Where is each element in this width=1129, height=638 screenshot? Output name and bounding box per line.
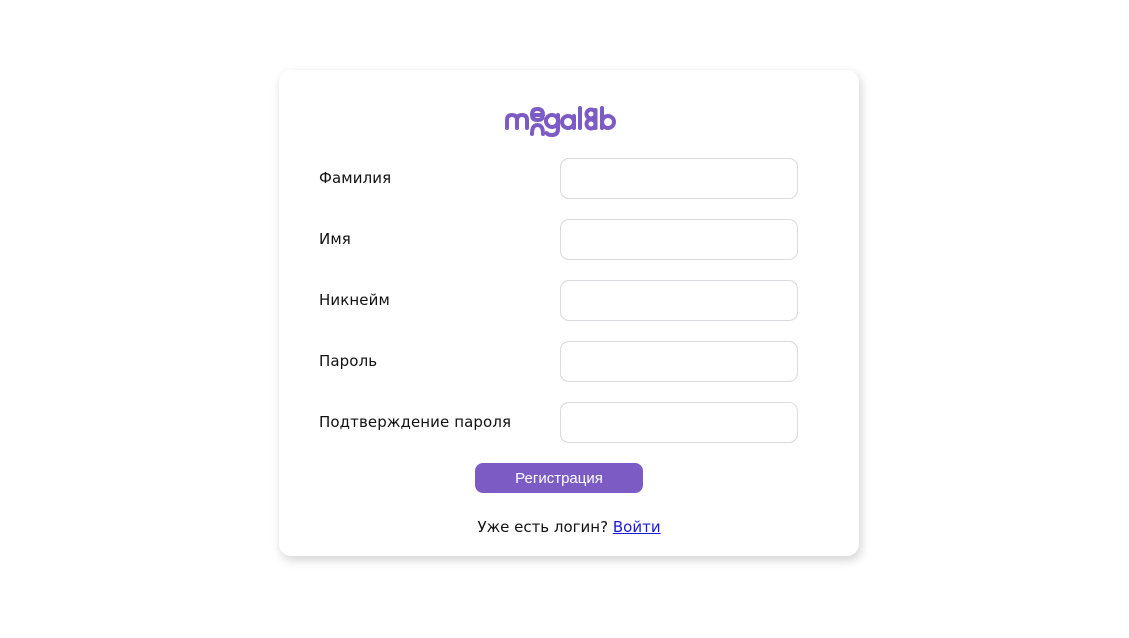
firstname-input[interactable] (560, 219, 798, 260)
firstname-label: Имя (319, 230, 351, 248)
firstname-row: Имя (319, 219, 799, 260)
login-link[interactable]: Войти (613, 518, 661, 536)
password-input[interactable] (560, 341, 798, 382)
login-prompt-text: Уже есть логин? (477, 518, 609, 536)
password-confirm-input[interactable] (560, 402, 798, 443)
password-label: Пароль (319, 352, 378, 370)
lastname-label: Фамилия (319, 169, 392, 187)
megalab-logo (279, 102, 859, 142)
register-button[interactable]: Регистрация (475, 463, 643, 493)
registration-card: Фамилия Имя Никнейм Пароль Подтверждение… (279, 70, 859, 556)
password-confirm-row: Подтверждение пароля (319, 402, 799, 443)
nickname-input[interactable] (560, 280, 798, 321)
lastname-row: Фамилия (319, 158, 799, 199)
nickname-row: Никнейм (319, 280, 799, 321)
password-row: Пароль (319, 341, 799, 382)
megalab-logo-icon (505, 106, 616, 137)
nickname-label: Никнейм (319, 291, 390, 309)
login-prompt: Уже есть логин? Войти (279, 518, 859, 536)
lastname-input[interactable] (560, 158, 798, 199)
password-confirm-label: Подтверждение пароля (319, 413, 512, 431)
